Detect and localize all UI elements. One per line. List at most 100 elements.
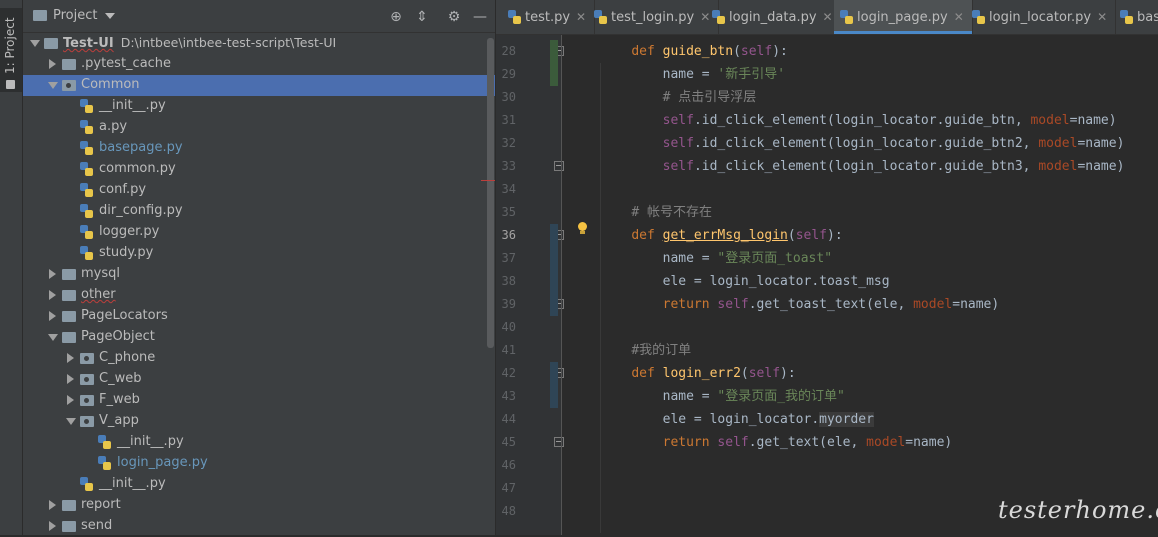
editor-tab[interactable]: login_data.py ✕ [706,0,842,34]
editor-tab[interactable]: base [1114,0,1158,34]
tree-file-item[interactable]: conf.py [23,180,495,201]
tree-folder-item[interactable]: C_web [23,369,495,390]
code-token: model [1038,159,1078,174]
tree-folder-item[interactable]: V_app [23,411,495,432]
chevron-right-icon[interactable] [67,395,74,405]
editor-tab[interactable]: login_page.py ✕ [834,0,973,34]
watermark: testerhome.com [998,496,1158,524]
close-icon[interactable]: ✕ [823,10,833,24]
chevron-right-icon[interactable] [49,59,56,69]
code-line: name = "登录页面_我的订单" [600,385,845,408]
line-number: 34 [501,182,516,196]
tree-item-name: C_web [99,371,142,386]
tree-folder-item[interactable]: mysql [23,264,495,285]
code-line: # 点击引导浮层 [600,86,757,109]
line-number: 31 [501,113,516,127]
lightbulb-icon[interactable] [578,222,587,234]
code-token: =name) [905,435,953,450]
tree-file-item[interactable]: study.py [23,243,495,264]
tree-folder-item[interactable]: report [23,495,495,516]
chevron-down-icon[interactable] [48,334,58,341]
python-icon-yellow [85,210,93,218]
code-token: def [631,366,663,381]
folder-icon [44,38,58,49]
tree-file-item[interactable]: dir_config.py [23,201,495,222]
chevron-right-icon[interactable] [49,311,56,321]
tree-item-name: PageObject [81,329,155,344]
tree-item-label: V_app [99,413,139,428]
tree-folder-item[interactable]: C_phone [23,348,495,369]
chevron-right-icon[interactable] [49,269,56,279]
tree-folder-item[interactable]: other [23,285,495,306]
code-line: ele = login_locator.myorder [600,408,874,431]
code-token: .get_toast_text(ele, [748,297,914,312]
tree-folder-item[interactable]: F_web [23,390,495,411]
locate-icon[interactable]: ⊕ [388,9,404,25]
collapse-all-icon[interactable]: ⇕ [414,9,430,25]
tree-folder-item[interactable]: send [23,516,495,537]
tree-item-name: report [81,497,121,512]
code-line: self.id_click_element(login_locator.guid… [600,155,1125,178]
code-token: .id_click_element(login_locator.guide_bt… [693,159,1039,174]
tree-file-item[interactable]: logger.py [23,222,495,243]
package-icon [80,353,94,364]
close-icon[interactable]: ✕ [954,10,964,24]
tree-folder-item[interactable]: PageLocators [23,306,495,327]
gear-icon[interactable]: ⚙ [446,9,462,25]
tree-item-name: mysql [81,266,120,281]
python-file-icon [840,10,853,24]
line-number: 43 [501,389,516,403]
tree-file-item[interactable]: __init__.py [23,432,495,453]
tree-item-label: a.py [99,119,127,134]
tree-file-item[interactable]: __init__.py [23,96,495,117]
chevron-down-icon[interactable] [66,418,76,425]
chevron-right-icon[interactable] [49,521,56,531]
chevron-right-icon[interactable] [49,290,56,300]
close-icon[interactable]: ✕ [1097,10,1107,24]
code-line: ele = login_locator.toast_msg [600,270,890,293]
code-token: .id_click_element(login_locator.guide_bt… [693,113,1031,128]
code-token: "登录页面_toast" [717,251,833,266]
tree-file-item[interactable]: common.py [23,159,495,180]
tree-item-label: conf.py [99,182,146,197]
chevron-down-icon[interactable] [48,82,58,89]
tree-folder-item[interactable]: Test-UI D:\intbee\intbee-test-script\Test… [23,33,495,54]
tree-file-item[interactable]: basepage.py [23,138,495,159]
tree-scrollbar[interactable] [487,38,494,348]
chevron-right-icon[interactable] [49,500,56,510]
line-number: 29 [501,67,516,81]
project-view-selector[interactable]: Project [33,8,116,23]
line-number: 33 [501,159,516,173]
code-token: self [662,136,694,151]
folder-icon [33,10,47,21]
line-number: 45 [501,435,516,449]
fold-marker-icon[interactable] [554,161,564,171]
line-number: 41 [501,343,516,357]
python-icon-yellow [599,16,607,24]
editor-tab-bar: test.py ✕ test_login.py ✕ login_data.py ✕ logi… [496,0,1158,35]
close-icon[interactable]: ✕ [576,10,586,24]
folder-icon [62,521,76,532]
tree-item-name: Test-UI [63,36,114,51]
tree-file-item[interactable]: a.py [23,117,495,138]
tree-folder-item[interactable]: .pytest_cache [23,54,495,75]
tree-file-item[interactable]: __init__.py [23,474,495,495]
hide-panel-icon[interactable]: — [472,9,488,25]
chevron-right-icon[interactable] [67,374,74,384]
editor-tab[interactable]: login_locator.py ✕ [966,0,1117,34]
tree-file-item[interactable]: login_page.py [23,453,495,474]
tree-item-name: login_page.py [117,455,208,470]
editor-tab[interactable]: test.py ✕ [502,0,596,34]
python-icon-yellow [85,168,93,176]
project-tool-tab[interactable]: 1: Project [0,8,22,92]
fold-marker-icon[interactable] [554,437,564,447]
editor-tab[interactable]: test_login.py ✕ [588,0,720,34]
tree-folder-item[interactable]: Common [23,75,495,96]
chevron-down-icon[interactable] [30,40,40,47]
tree-folder-item[interactable]: PageObject [23,327,495,348]
chevron-right-icon[interactable] [67,353,74,363]
